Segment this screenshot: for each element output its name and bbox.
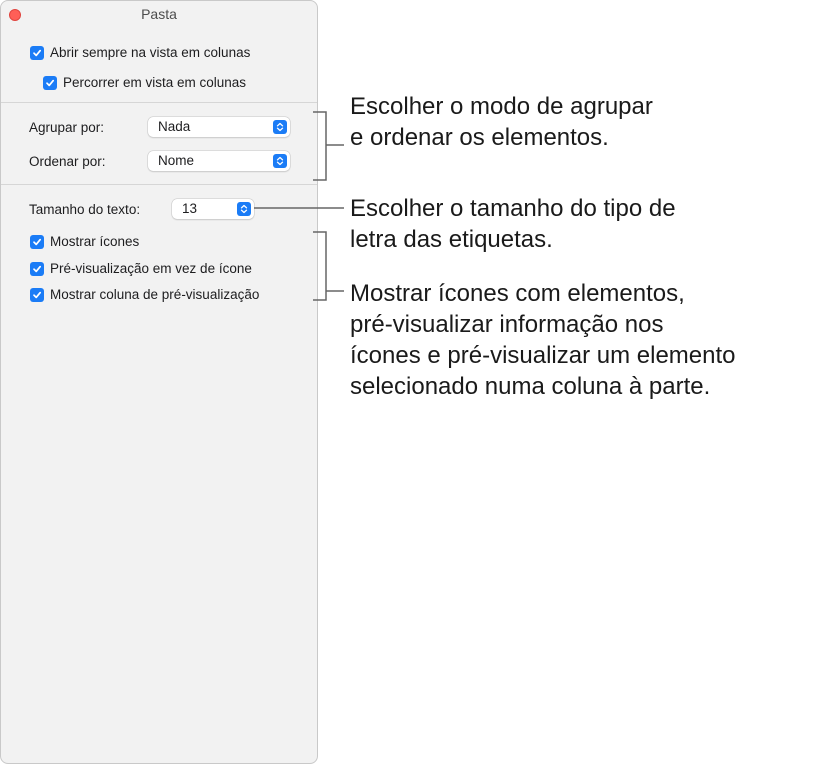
icons-callout-line: ícones e pré-visualizar um elemento: [350, 342, 736, 369]
grouping-bracket: [313, 111, 344, 181]
grouping-callout: Escolher o modo de agrupar e ordenar os …: [350, 91, 653, 153]
grouping-callout-line: e ordenar os elementos.: [350, 124, 609, 151]
grouping-callout-line: Escolher o modo de agrupar: [350, 93, 653, 120]
text-size-callout: Escolher o tamanho do tipo de letra das …: [350, 193, 676, 255]
text-size-callout-line: Escolher o tamanho do tipo de: [350, 195, 676, 222]
icons-callout-line: pré-visualizar informação nos: [350, 311, 664, 338]
icons-bracket: [313, 231, 344, 301]
icons-callout-line: Mostrar ícones com elementos,: [350, 280, 685, 307]
text-size-callout-line: letra das etiquetas.: [350, 226, 553, 253]
icons-callout-line: selecionado numa coluna à parte.: [350, 373, 711, 400]
icons-callout: Mostrar ícones com elementos, pré-visual…: [350, 278, 736, 402]
